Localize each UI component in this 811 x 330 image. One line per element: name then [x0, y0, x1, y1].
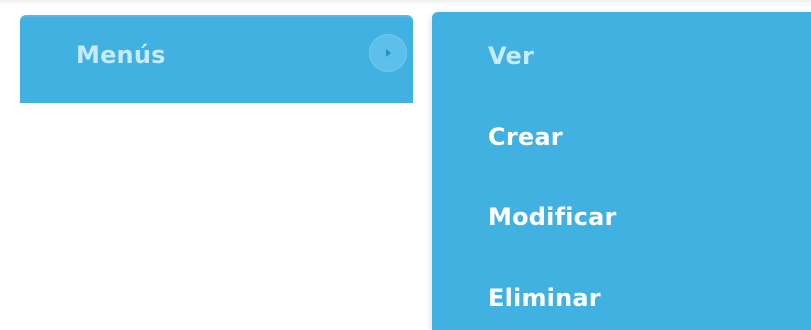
submenu-item-eliminar[interactable]: Eliminar — [488, 284, 601, 312]
submenu-item-ver[interactable]: Ver — [488, 42, 534, 70]
menu-item-menus[interactable]: Menús — [20, 15, 413, 103]
submenu: Ver Crear Modificar Eliminar — [432, 12, 811, 330]
submenu-item-modificar[interactable]: Modificar — [488, 203, 617, 231]
chevron-right-icon[interactable] — [369, 34, 407, 72]
submenu-item-crear[interactable]: Crear — [488, 123, 563, 151]
menu-item-label: Menús — [76, 41, 166, 69]
menu-panel: Menús Ver Crear Modificar Eliminar — [0, 0, 811, 330]
top-border — [0, 0, 811, 6]
